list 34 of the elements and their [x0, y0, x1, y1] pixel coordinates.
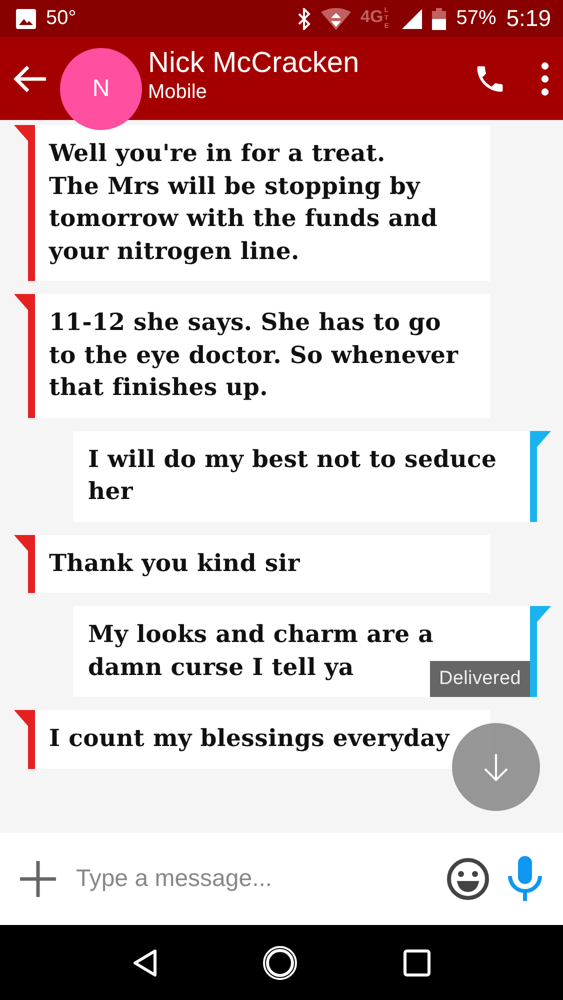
delivered-label: Delivered — [430, 661, 530, 697]
home-icon[interactable] — [262, 944, 298, 980]
tail-icon — [14, 294, 28, 310]
battery-percent: 57% — [456, 7, 496, 30]
contact-avatar: N — [60, 48, 142, 130]
back-icon[interactable] — [12, 64, 48, 94]
back-nav-icon[interactable] — [132, 948, 158, 978]
network-type: 4G — [360, 6, 384, 26]
tail-icon — [14, 710, 28, 726]
temperature: 50° — [46, 7, 76, 30]
received-message: Well you're in for a treat. The Mrs will be stopping by tomorrow with the funds and your nitrogen line. — [28, 125, 490, 281]
sent-message: I will do my best not to seduce her — [73, 430, 537, 522]
tail-icon — [537, 430, 551, 446]
sent-message: My looks and charm are a damn curse I tell ya Delivered — [73, 606, 537, 697]
more-icon[interactable] — [541, 62, 549, 96]
received-message: 11-12 she says. She has to go to the eye doctor. So whenever that finishes up. — [28, 294, 490, 418]
image-icon — [16, 8, 36, 28]
tail-icon — [14, 125, 28, 141]
contact-subtitle: Mobile — [148, 81, 208, 104]
recents-icon[interactable] — [402, 948, 431, 976]
bluetooth-icon — [296, 8, 311, 30]
plus-icon[interactable] — [20, 861, 56, 897]
wifi-icon — [320, 8, 351, 30]
tail-icon — [537, 606, 551, 622]
received-message: Thank you kind sir — [28, 534, 490, 593]
signal-icon — [402, 8, 422, 28]
received-message: I count my blessings everyday — [28, 710, 490, 768]
message-field[interactable]: Type a message... — [74, 864, 429, 894]
tail-icon — [14, 534, 28, 550]
smiley-icon[interactable] — [447, 858, 489, 900]
microphone-icon[interactable] — [507, 856, 543, 902]
clock: 5:19 — [506, 5, 551, 32]
contact-name: Nick McCracken — [148, 46, 360, 81]
battery-icon — [432, 8, 446, 30]
